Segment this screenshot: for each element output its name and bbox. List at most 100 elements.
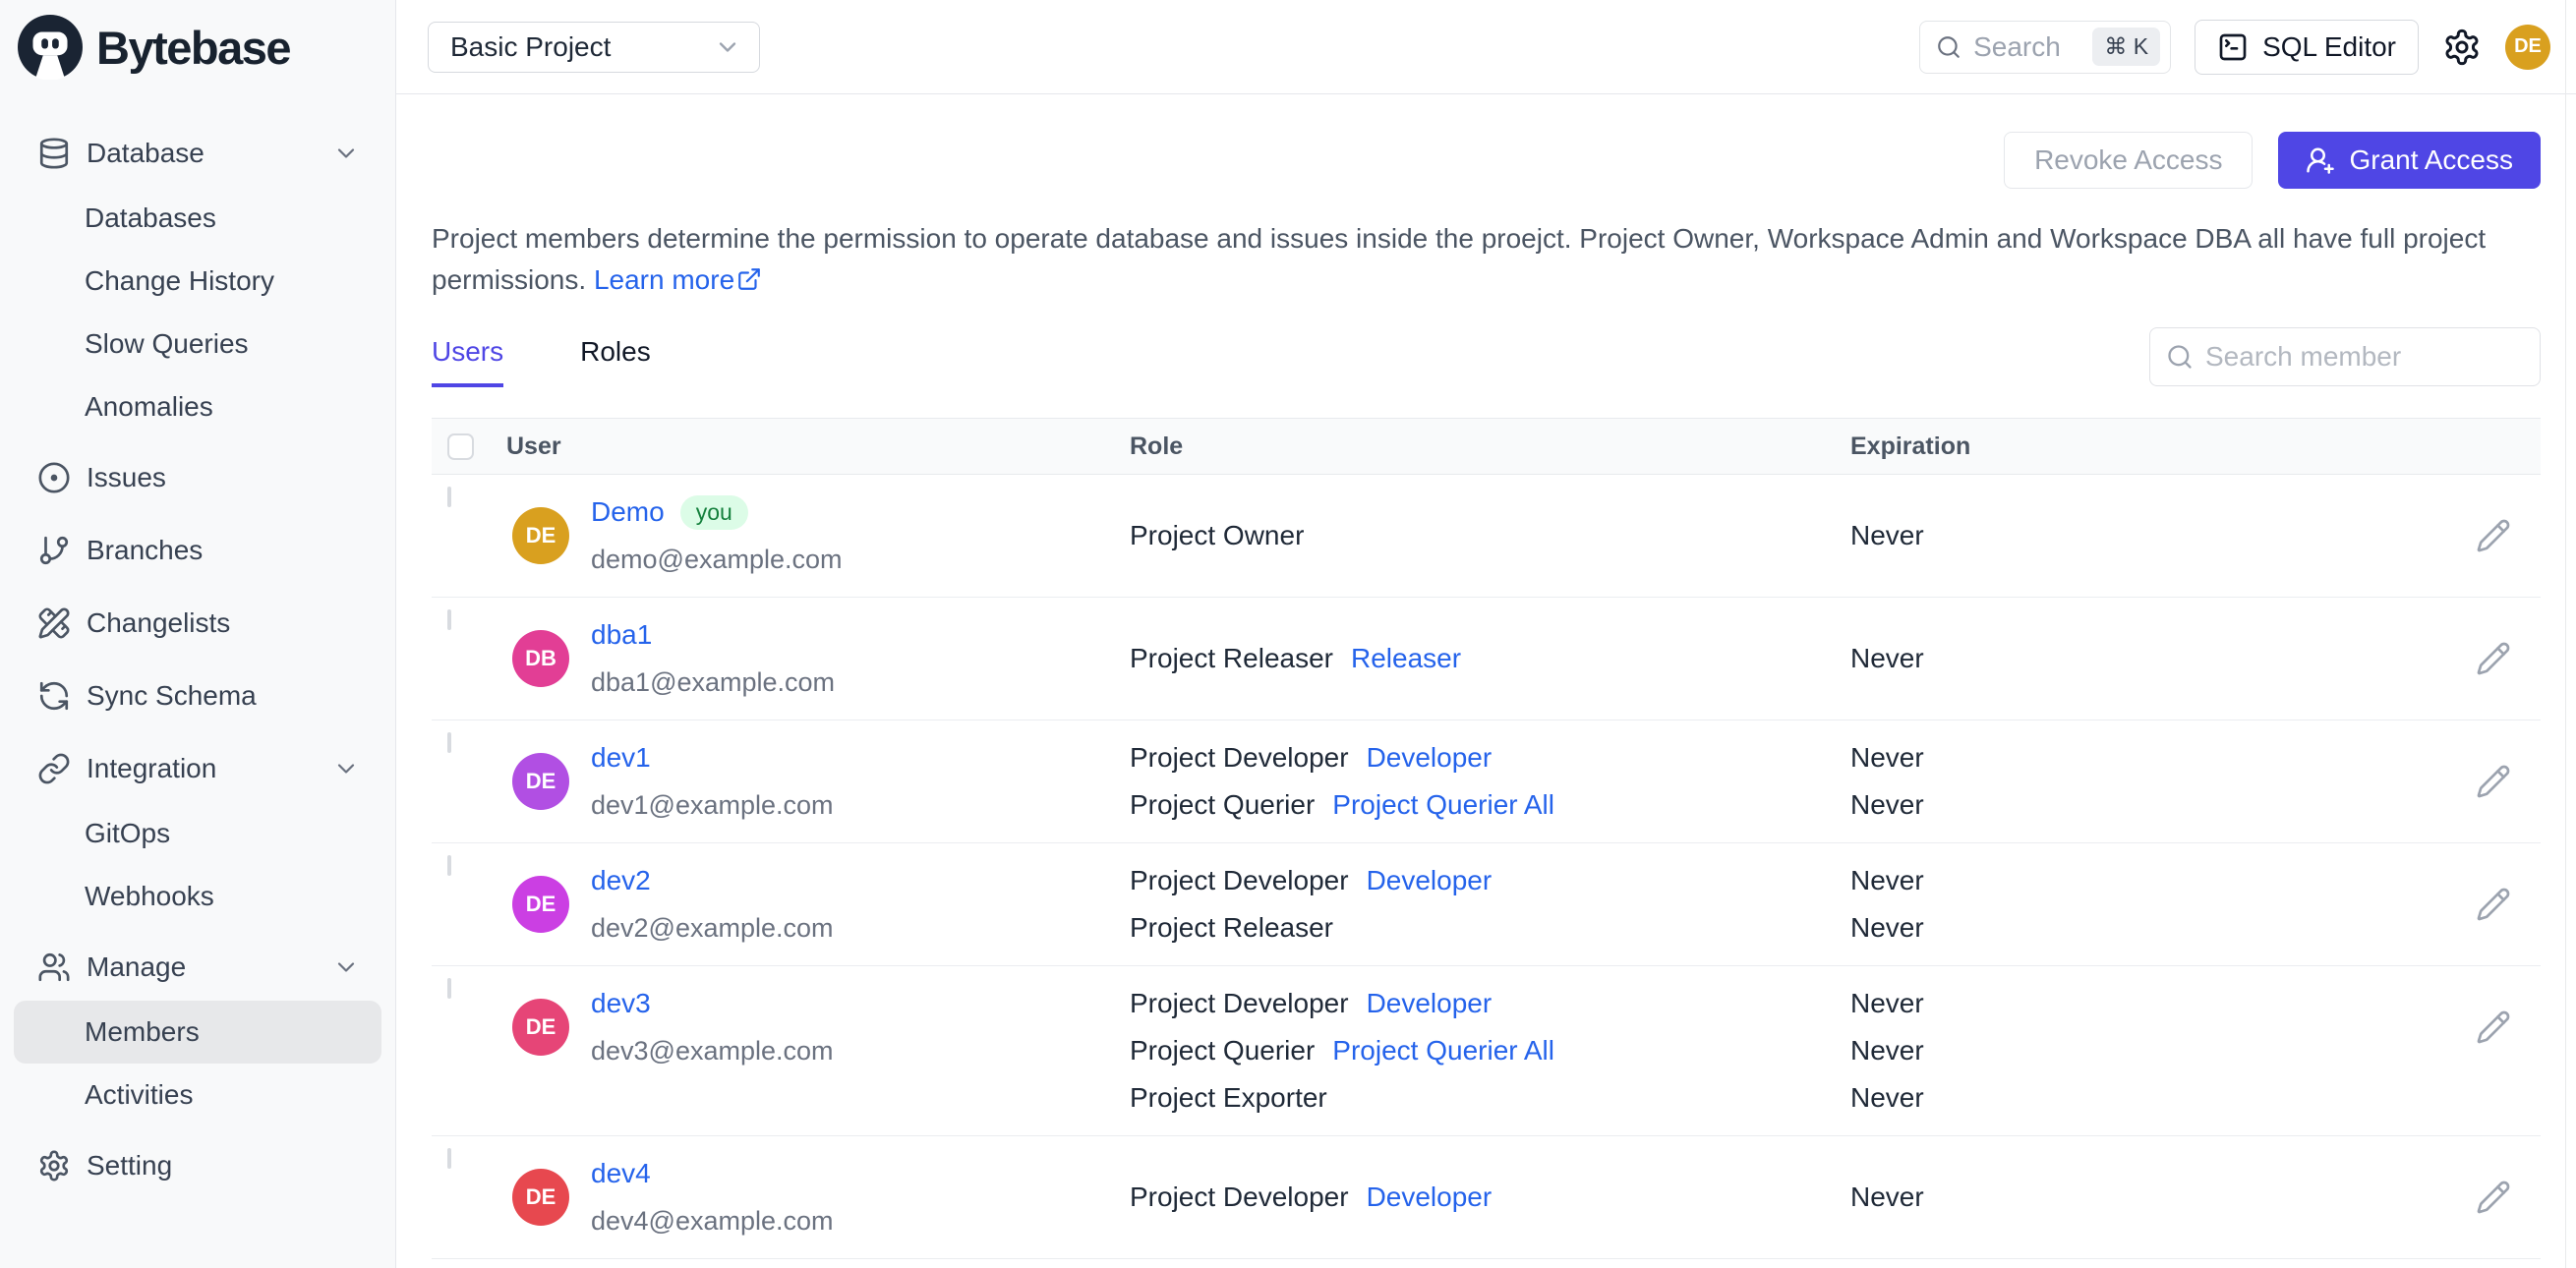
revoke-access-button[interactable]: Revoke Access (2004, 132, 2254, 189)
role-condition-link[interactable]: Project Querier All (1332, 789, 1554, 821)
sidebar-item-gitops[interactable]: GitOps (0, 802, 395, 865)
member-name-link[interactable]: dev3 (591, 988, 651, 1019)
sidebar-item-anomalies[interactable]: Anomalies (0, 375, 395, 438)
user-plus-icon (2306, 145, 2335, 175)
role-condition-link[interactable]: Releaser (1351, 643, 1461, 674)
role-name: Project Releaser (1130, 643, 1333, 673)
column-header-user: User (506, 432, 561, 460)
brand-name: Bytebase (96, 21, 292, 74)
bytebase-logo[interactable]: Bytebase (0, 0, 395, 94)
tab-roles[interactable]: Roles (580, 336, 651, 387)
sidebar-item-slow-queries[interactable]: Slow Queries (0, 313, 395, 375)
member-search-input[interactable] (2205, 341, 2560, 373)
role-line: Project Exporter (1130, 1074, 1850, 1122)
roles-cell: Project Developer Developer Project Querie… (1130, 980, 1850, 1122)
global-search[interactable]: Search ⌘ K (1919, 20, 2172, 74)
row-checkbox[interactable] (447, 487, 451, 507)
role-condition-link[interactable]: Developer (1367, 865, 1493, 896)
chevron-down-icon (332, 140, 360, 167)
role-line: Project Developer Developer (1130, 1174, 1850, 1221)
settings-gear-icon[interactable] (2442, 28, 2482, 67)
user-cell: DE dev1 dev1@example.com (506, 734, 1130, 829)
sidebar-item-integration[interactable]: Integration (0, 735, 395, 802)
roles-cell: Project Developer Developer Project Releas… (1130, 857, 1850, 951)
member-name-link[interactable]: dba1 (591, 619, 652, 651)
sidebar-item-databases[interactable]: Databases (0, 187, 395, 250)
user-cell: DB dba1 dba1@example.com (506, 611, 1130, 706)
row-checkbox[interactable] (447, 855, 451, 876)
column-header-role: Role (1130, 432, 1184, 460)
learn-more-link[interactable]: Learn more (594, 264, 762, 295)
tab-users[interactable]: Users (432, 336, 504, 387)
roles-cell: Project Owner (1130, 489, 1850, 583)
sidebar-item-branches[interactable]: Branches (0, 517, 395, 584)
table-row-dba1: DB dba1 dba1@example.com Project Release… (432, 598, 2541, 720)
select-all-checkbox[interactable] (447, 432, 474, 460)
sidebar-item-webhooks[interactable]: Webhooks (0, 865, 395, 928)
row-checkbox[interactable] (447, 609, 451, 630)
role-line: Project Owner (1130, 512, 1850, 559)
sidebar-item-label: Anomalies (85, 391, 213, 422)
edit-member-button[interactable] (2476, 516, 2511, 555)
user-cell: DE dev4 dev4@example.com (506, 1150, 1130, 1244)
sidebar-item-label: Database (87, 138, 205, 168)
role-name: Project Developer (1130, 988, 1349, 1018)
edit-member-button[interactable] (2476, 762, 2511, 801)
member-name-link[interactable]: dev1 (591, 742, 651, 774)
sidebar-item-label: Integration (87, 753, 217, 783)
sidebar-item-members[interactable]: Members (14, 1001, 381, 1064)
terminal-icon (2217, 31, 2249, 63)
member-name-link[interactable]: Demo (591, 496, 665, 528)
global-search-placeholder: Search (1973, 30, 2061, 62)
role-condition-link[interactable]: Developer (1367, 742, 1493, 774)
sidebar-item-database[interactable]: Database (0, 120, 395, 187)
row-checkbox[interactable] (447, 1148, 451, 1169)
sidebar-item-manage[interactable]: Manage (0, 934, 395, 1001)
members-description: Project members determine the permission… (432, 218, 2541, 304)
sidebar-item-setting[interactable]: Setting (0, 1132, 395, 1199)
grant-access-label: Grant Access (2349, 144, 2513, 175)
role-line: Project Querier Project Querier All (1130, 1027, 1850, 1074)
edit-member-button[interactable] (2476, 639, 2511, 678)
sql-editor-label: SQL Editor (2262, 30, 2396, 62)
sidebar-item-label: Manage (87, 951, 187, 982)
chevron-down-icon (332, 953, 360, 981)
role-condition-link[interactable]: Project Querier All (1332, 1035, 1554, 1066)
edit-member-button[interactable] (2476, 1178, 2511, 1217)
sidebar-item-label: Databases (85, 202, 216, 233)
pencil-ruler-icon (37, 606, 71, 640)
user-cell: DE dev3 dev3@example.com (506, 980, 1130, 1122)
row-checkbox[interactable] (447, 978, 451, 999)
role-line: Project Releaser Releaser (1130, 635, 1850, 682)
row-checkbox[interactable] (447, 732, 451, 753)
you-badge: you (679, 494, 748, 530)
user-cell: DE Demo you demo@example.com (506, 489, 1130, 583)
sidebar-item-issues[interactable]: Issues (0, 444, 395, 511)
grant-access-button[interactable]: Grant Access (2278, 132, 2541, 189)
sidebar-item-sync-schema[interactable]: Sync Schema (0, 663, 395, 729)
user-avatar[interactable]: DE (2505, 24, 2550, 70)
page-actions: Revoke Access Grant Access (432, 132, 2541, 189)
edit-member-button[interactable] (2476, 885, 2511, 924)
sidebar-item-changelists[interactable]: Changelists (0, 590, 395, 657)
member-email: dev3@example.com (591, 1035, 834, 1066)
link-icon (37, 752, 71, 785)
sidebar-item-label: Activities (85, 1079, 194, 1110)
sidebar-item-change-history[interactable]: Change History (0, 250, 395, 313)
main-area: Basic Project Search ⌘ K SQL Editor DE R… (396, 0, 2576, 1268)
role-condition-link[interactable]: Developer (1367, 988, 1493, 1019)
table-row-dev2: DE dev2 dev2@example.com Project Develop… (432, 843, 2541, 966)
role-condition-link[interactable]: Developer (1367, 1182, 1493, 1213)
member-avatar: DE (512, 1169, 569, 1226)
member-name-link[interactable]: dev4 (591, 1158, 651, 1189)
sidebar-item-activities[interactable]: Activities (0, 1064, 395, 1126)
member-avatar: DE (512, 507, 569, 564)
edit-member-button[interactable] (2476, 1008, 2511, 1047)
expiration-value: Never (1850, 1082, 1924, 1113)
expiration-value: Never (1850, 520, 1924, 550)
sql-editor-button[interactable]: SQL Editor (2195, 19, 2419, 75)
sidebar-item-label: Changelists (87, 607, 231, 638)
member-name-link[interactable]: dev2 (591, 865, 651, 896)
chevron-down-icon (714, 33, 741, 61)
project-selector[interactable]: Basic Project (428, 21, 760, 73)
